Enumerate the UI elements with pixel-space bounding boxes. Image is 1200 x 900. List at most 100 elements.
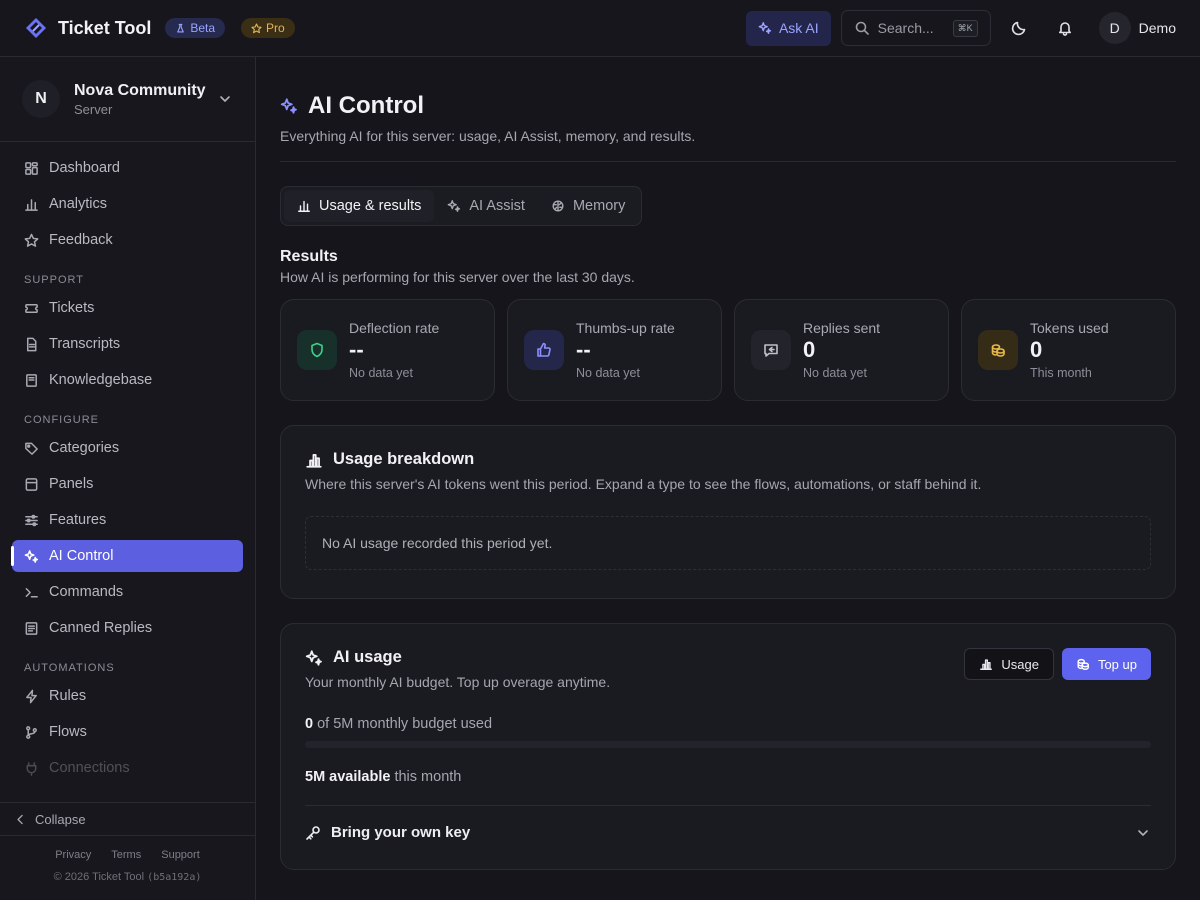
book-icon <box>26 373 37 387</box>
stat-icon-wrap <box>524 330 564 370</box>
ticket-tool-logo-icon <box>26 18 46 38</box>
copyright-text: © 2026 Ticket Tool <box>53 871 145 883</box>
server-switcher[interactable]: N Nova Community Server <box>0 57 255 142</box>
sparkles-icon <box>305 649 322 666</box>
list-icon <box>25 621 38 635</box>
sidebar-item-label: Dashboard <box>49 160 120 176</box>
pro-badge: Pro <box>241 18 295 38</box>
sidebar-item-label: Flows <box>49 724 87 740</box>
top-up-button-label: Top up <box>1097 656 1137 672</box>
footer-links: Privacy Terms Support <box>0 849 255 861</box>
key-icon <box>306 825 320 840</box>
tab-ai-assist[interactable]: AI Assist <box>434 190 538 222</box>
search-input[interactable]: Search... ⌘K <box>840 10 991 46</box>
star-icon <box>251 22 262 33</box>
usage-breakdown-card: Usage breakdown Where this server's AI t… <box>280 425 1176 599</box>
brand[interactable]: Ticket Tool Beta Pro <box>24 16 295 40</box>
sidebar-item-label: Feedback <box>49 232 113 248</box>
bar-chart-icon <box>298 200 310 212</box>
ask-ai-button[interactable]: Ask AI <box>745 10 831 46</box>
sidebar-item-rules[interactable]: Rules <box>12 680 243 712</box>
stat-card-replies: Replies sent 0 No data yet <box>734 299 949 401</box>
tab-usage-results[interactable]: Usage & results <box>284 190 435 222</box>
sidebar-item-transcripts[interactable]: Transcripts <box>12 328 243 360</box>
tab-memory[interactable]: Memory <box>538 190 638 222</box>
usage-breakdown-empty: No AI usage recorded this period yet. <box>305 516 1151 570</box>
search-placeholder: Search... <box>877 20 934 36</box>
page-title-text: AI Control <box>308 92 424 119</box>
results-title: Results <box>280 248 338 265</box>
notifications-button[interactable] <box>1047 10 1083 46</box>
sidebar-item-knowledgebase[interactable]: Knowledgebase <box>12 364 243 396</box>
sidebar-item-flows[interactable]: Flows <box>12 716 243 748</box>
byok-label: Bring your own key <box>331 824 471 841</box>
stat-label: Tokens used <box>1030 319 1109 336</box>
main-content: AI Control Everything AI for this server… <box>280 57 1176 900</box>
copyright: © 2026 Ticket Tool (b5a192a) <box>0 871 255 883</box>
terms-link[interactable]: Terms <box>111 849 141 861</box>
stat-label: Deflection rate <box>349 319 440 336</box>
bar-chart-icon <box>25 198 38 211</box>
sidebar-item-dashboard[interactable]: Dashboard <box>12 152 243 184</box>
top-up-button[interactable]: Top up <box>1061 648 1151 680</box>
usage-breakdown-title: Usage breakdown <box>305 450 1151 469</box>
top-bar: Ticket Tool Beta Pro Ask AI Search... ⌘K… <box>0 0 1200 57</box>
theme-toggle-button[interactable] <box>1001 10 1037 46</box>
avatar: D <box>1098 12 1131 44</box>
usage-button[interactable]: Usage <box>964 648 1054 680</box>
sidebar-item-feedback[interactable]: Feedback <box>12 224 243 256</box>
sidebar-item-features[interactable]: Features <box>12 504 243 536</box>
ticket-icon <box>25 303 38 313</box>
sidebar-item-ai-control[interactable]: AI Control <box>11 540 243 572</box>
branch-icon <box>26 725 37 739</box>
panel-icon <box>25 477 38 491</box>
privacy-link[interactable]: Privacy <box>55 849 91 861</box>
flask-icon <box>177 23 185 32</box>
document-icon <box>27 337 37 351</box>
sidebar-item-label: Features <box>49 512 107 528</box>
bring-your-own-key-toggle[interactable]: Bring your own key <box>305 805 1151 841</box>
budget-used: 0 of 5M monthly budget used <box>305 716 1151 732</box>
search-shortcut: ⌘K <box>952 19 978 37</box>
results-subtitle: How AI is performing for this server ove… <box>280 269 635 285</box>
nav-section-automations: AUTOMATIONS <box>24 662 115 674</box>
user-menu[interactable]: D Demo <box>1098 12 1176 44</box>
collapse-sidebar-button[interactable]: Collapse <box>0 802 255 836</box>
sidebar-item-connections[interactable]: Connections <box>12 752 243 784</box>
sidebar-item-label: Categories <box>49 440 120 456</box>
sidebar-item-panels[interactable]: Panels <box>12 468 243 500</box>
bar-chart-icon <box>980 659 993 670</box>
page-subtitle: Everything AI for this server: usage, AI… <box>280 128 696 144</box>
beta-badge: Beta <box>165 18 226 38</box>
sidebar-item-analytics[interactable]: Analytics <box>12 188 243 220</box>
sidebar: N Nova Community Server Dashboard Analyt… <box>0 57 256 900</box>
sidebar-item-tickets[interactable]: Tickets <box>12 292 243 324</box>
sidebar-item-categories[interactable]: Categories <box>12 432 243 464</box>
sidebar-item-label: Connections <box>49 760 130 776</box>
support-link[interactable]: Support <box>161 849 200 861</box>
stat-card-deflection: Deflection rate -- No data yet <box>280 299 495 401</box>
stat-note: No data yet <box>349 366 413 381</box>
stat-value: -- <box>576 336 591 362</box>
stat-card-tokens: Tokens used 0 This month <box>961 299 1176 401</box>
usage-button-label: Usage <box>1001 656 1039 672</box>
bar-chart-icon <box>306 453 322 468</box>
sidebar-item-label: Analytics <box>49 196 108 212</box>
nav-section-support: SUPPORT <box>24 274 84 286</box>
sidebar-nav: Dashboard Analytics Feedback SUPPORT Tic… <box>0 142 255 802</box>
sidebar-item-canned-replies[interactable]: Canned Replies <box>12 612 243 644</box>
sparkles-icon <box>280 98 297 114</box>
sidebar-item-commands[interactable]: Commands <box>12 576 243 608</box>
terminal-icon <box>25 587 38 597</box>
user-name: Demo <box>1138 20 1176 36</box>
usage-breakdown-subtitle: Where this server's AI tokens went this … <box>305 476 982 492</box>
sidebar-item-label: Rules <box>49 688 87 704</box>
sidebar-item-label: Canned Replies <box>49 620 153 636</box>
budget-available: 5M available this month <box>305 769 1151 785</box>
stat-note: This month <box>1030 366 1092 381</box>
usage-breakdown-title-text: Usage breakdown <box>333 450 475 468</box>
stat-icon-wrap <box>978 330 1018 370</box>
stat-value: 0 <box>1030 336 1043 362</box>
sidebar-item-label: Tickets <box>49 300 95 316</box>
stat-note: No data yet <box>803 366 867 381</box>
